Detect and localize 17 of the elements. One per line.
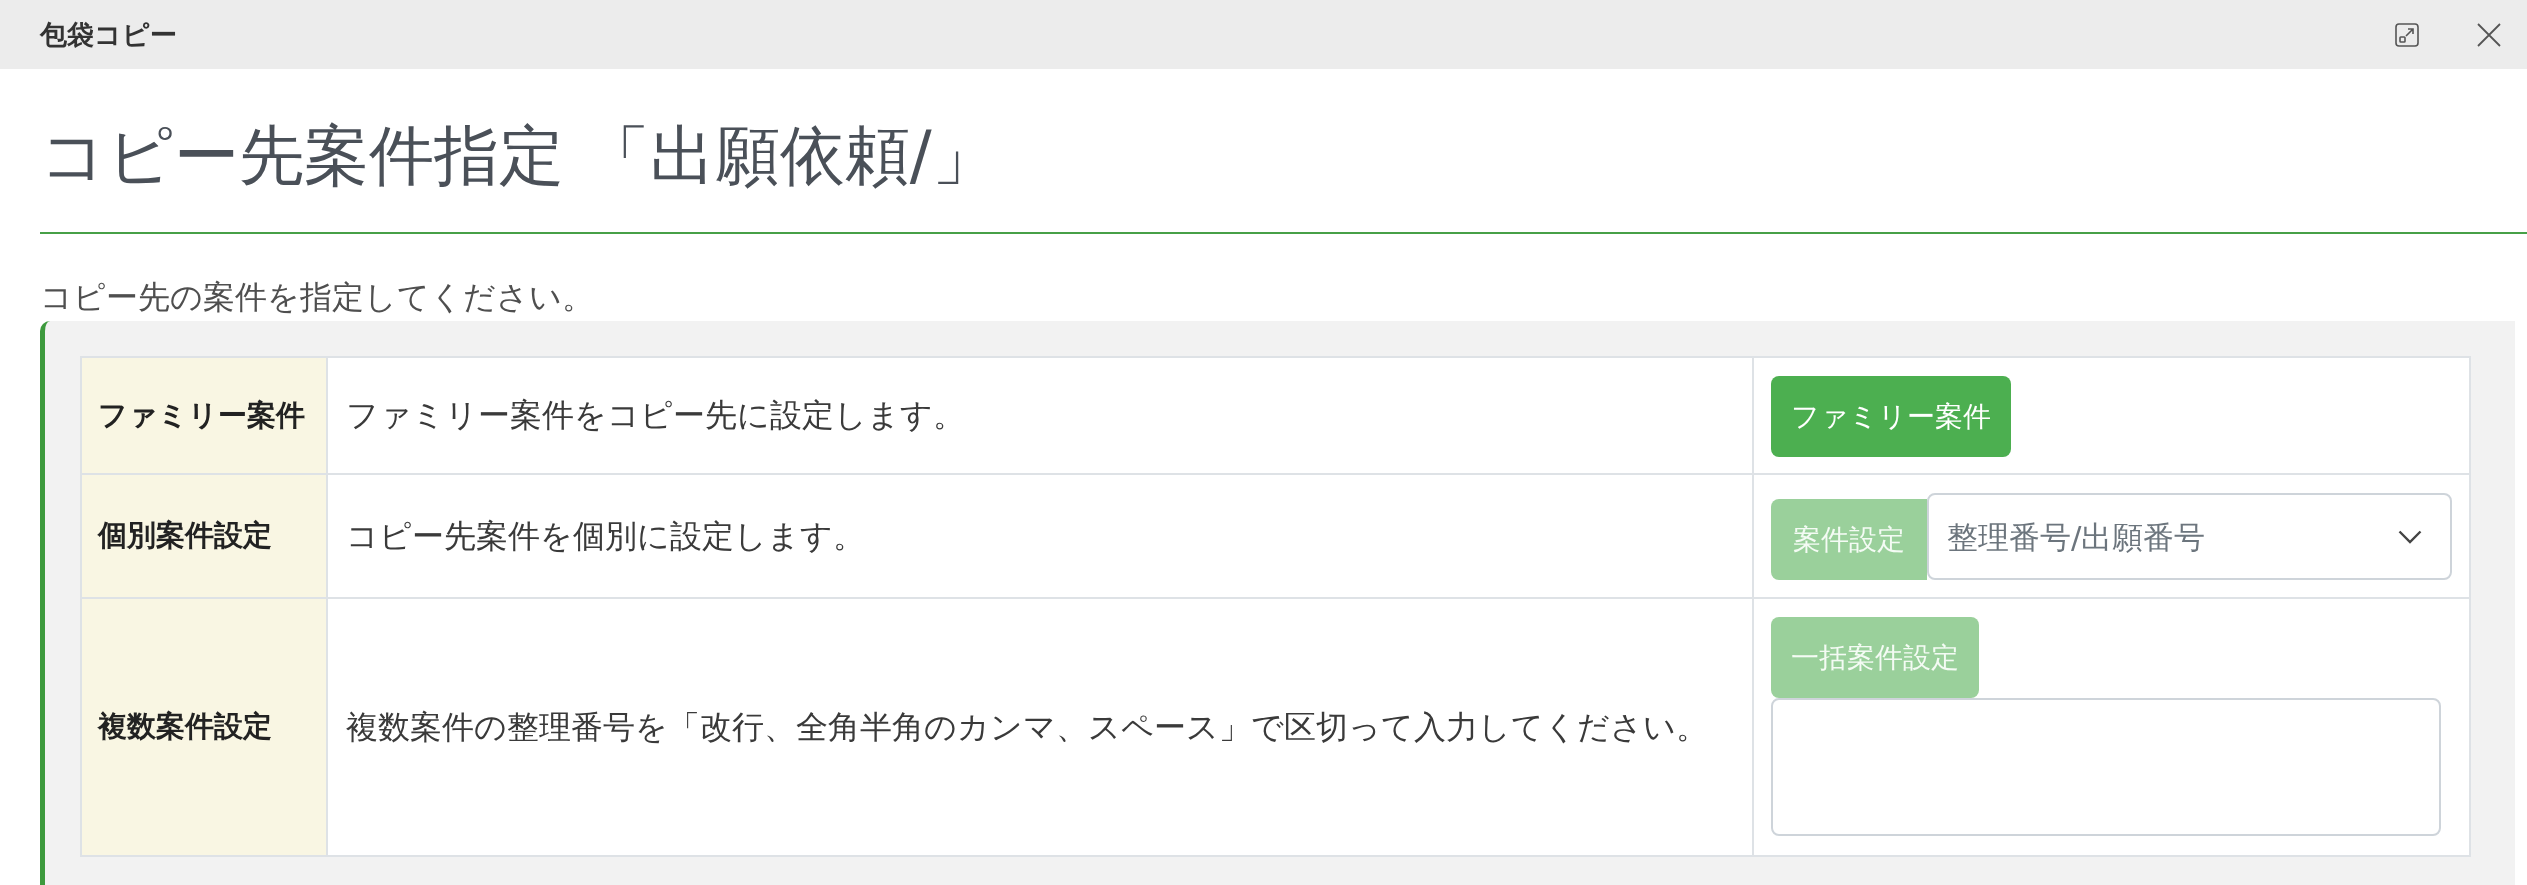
window-title: 包袋コピー	[40, 17, 177, 52]
page-heading: コピー先案件指定 「出願依頼/」	[40, 119, 2527, 234]
maximize-button[interactable]	[2395, 22, 2419, 47]
description-cell: コピー先案件を個別に設定します。	[327, 474, 1753, 598]
row-header-cell: ファミリー案件	[81, 357, 327, 474]
expand-icon	[2395, 22, 2419, 47]
row-header-cell: 個別案件設定	[81, 474, 327, 598]
description-cell: 複数案件の整理番号を「改行、全角半角のカンマ、スペース」で区切って入力してください。	[327, 598, 1753, 856]
instruction-text: コピー先の案件を指定してください。	[40, 277, 595, 318]
case-numbers-input-field[interactable]	[1771, 698, 2441, 836]
case-number-select[interactable]: 整理番号/出願番号	[1927, 493, 2452, 580]
family-case-button[interactable]: ファミリー案件	[1771, 376, 2011, 457]
description-cell: ファミリー案件をコピー先に設定します。	[327, 357, 1753, 474]
row-header-cell: 複数案件設定	[81, 598, 327, 856]
close-icon	[2477, 22, 2501, 47]
close-button[interactable]	[2477, 22, 2501, 47]
chevron-down-icon	[2398, 530, 2422, 544]
